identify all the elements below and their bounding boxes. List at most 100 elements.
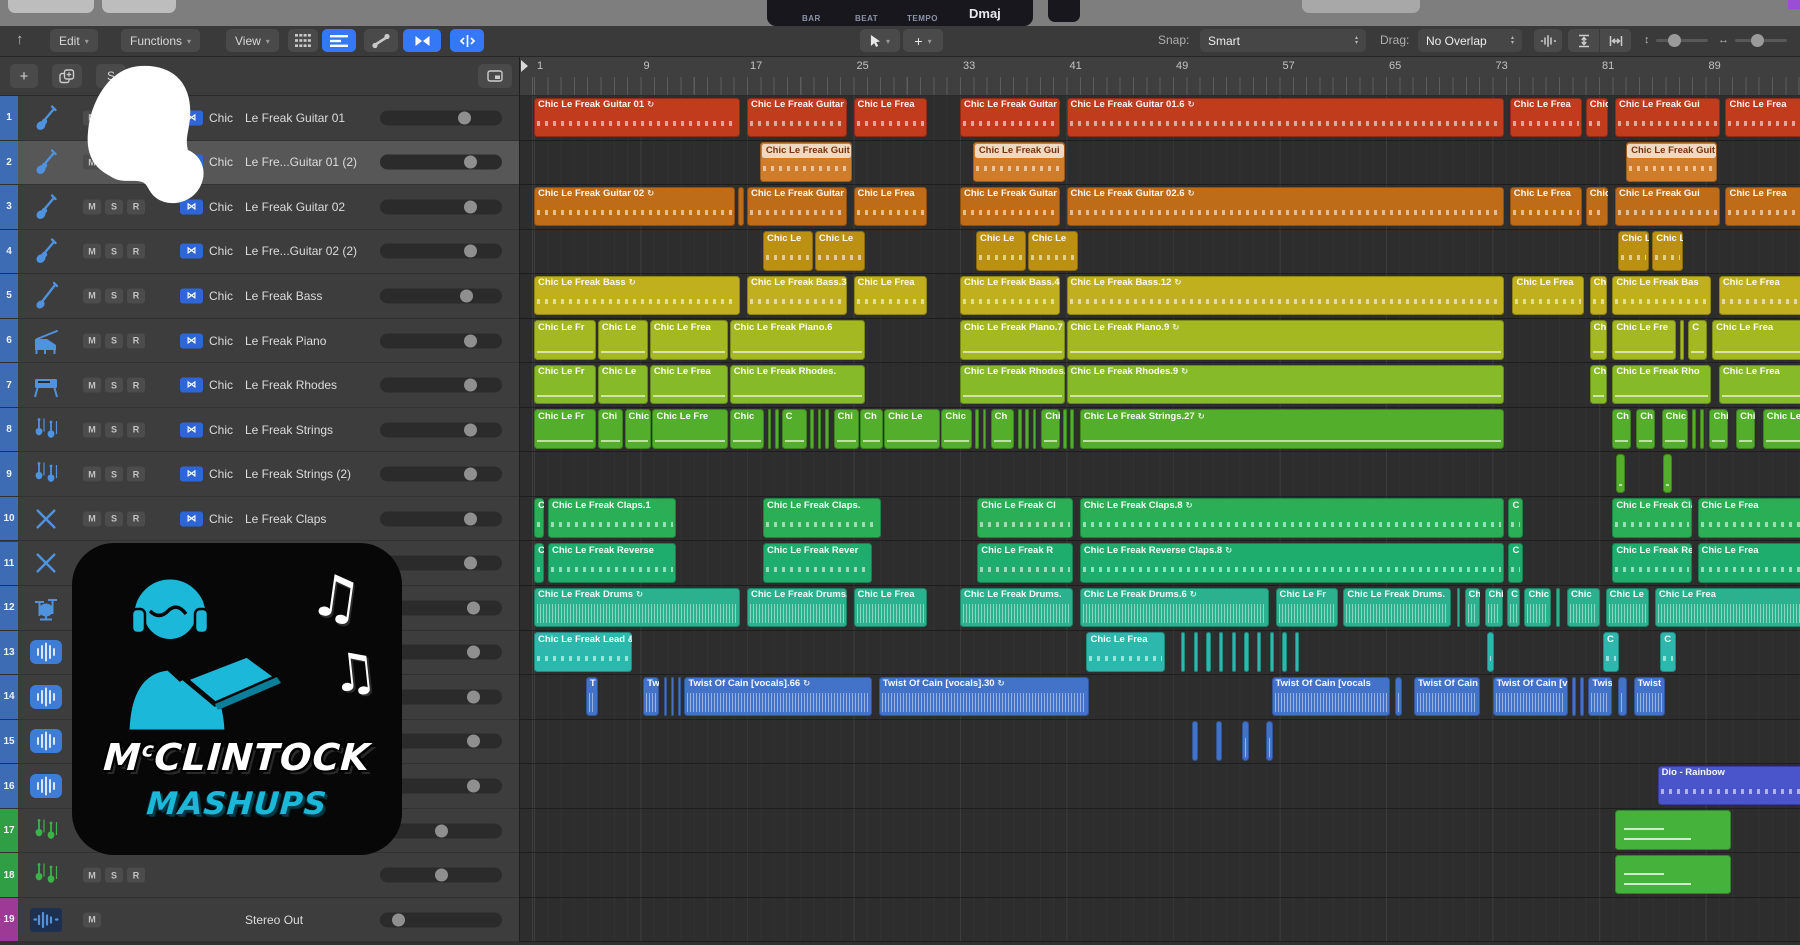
volume-knob[interactable]	[458, 111, 471, 124]
region[interactable]	[1266, 721, 1272, 761]
region[interactable]	[1572, 677, 1576, 717]
region[interactable]: Chic Le Frea	[854, 187, 927, 227]
automation-tool-icon[interactable]	[364, 29, 398, 52]
region[interactable]: C	[782, 409, 807, 449]
region[interactable]: Chic Le Freak Guit	[760, 142, 852, 182]
region[interactable]: Chic Le Freak Reverse Claps.8 ↻	[1080, 543, 1505, 583]
track-header-row[interactable]: 1MSR⋈ChicLe Freak Guitar 01	[0, 96, 520, 141]
track-header-row[interactable]: 6MSR⋈ChicLe Freak Piano	[0, 319, 520, 364]
region[interactable]	[1618, 677, 1627, 717]
region[interactable]: Chic Le Freak Bass.3	[747, 276, 847, 316]
region[interactable]: Ch	[1636, 409, 1654, 449]
region[interactable]: Chic Le Freak Claps.8 ↻	[1080, 498, 1505, 538]
solo-button[interactable]: S	[105, 511, 123, 526]
region[interactable]: Chic Le Fre	[652, 409, 728, 449]
region[interactable]: Chic Le Freak Gui	[973, 142, 1065, 182]
region[interactable]: Chic Le Frea	[854, 276, 927, 316]
waveform-zoom-icon[interactable]	[1534, 29, 1562, 52]
track-header-row[interactable]: 4MSR⋈ChicLe Fre...Guitar 02 (2)	[0, 230, 520, 275]
track-header-row[interactable]: 10MSR⋈ChicLe Freak Claps	[0, 497, 520, 542]
region[interactable]: Chic Le	[763, 231, 813, 271]
volume-slider[interactable]	[380, 244, 502, 259]
region[interactable]: C	[534, 543, 544, 583]
region[interactable]: Chic Le	[1618, 231, 1650, 271]
region[interactable]	[678, 677, 681, 717]
region[interactable]: Twist Of Cain [vocals].66 ↻	[684, 677, 872, 717]
mute-button[interactable]: M	[83, 333, 101, 348]
volume-knob[interactable]	[467, 690, 480, 703]
region[interactable]: Twist Of Cain	[1414, 677, 1480, 717]
region[interactable]: C	[534, 498, 544, 538]
volume-knob[interactable]	[464, 557, 477, 570]
region[interactable]: Chic Le Frea	[1698, 543, 1800, 583]
record-button[interactable]: R	[127, 288, 145, 303]
drag-dropdown[interactable]: No Overlap ▴▾	[1418, 29, 1522, 52]
arrange-track-lane[interactable]	[520, 809, 1800, 854]
region[interactable]	[983, 409, 987, 449]
region[interactable]: Chic Le Freak Rev	[1612, 543, 1692, 583]
arrange-track-lane[interactable]: Chic Le FrChic LeChic Le FreaChic Le Fre…	[520, 363, 1800, 408]
region[interactable]: Chic	[1524, 588, 1550, 628]
region[interactable]	[1680, 320, 1684, 360]
volume-knob[interactable]	[464, 423, 477, 436]
region[interactable]	[1580, 677, 1584, 717]
region[interactable]	[1615, 855, 1731, 895]
arrange-track-lane[interactable]: Dio - Rainbow	[520, 764, 1800, 809]
volume-slider[interactable]	[380, 333, 502, 348]
region[interactable]: Chi	[1485, 588, 1503, 628]
region[interactable]: Chic Le Freak Claps.	[763, 498, 881, 538]
region[interactable]	[1219, 632, 1223, 672]
region[interactable]: Tw	[643, 677, 659, 717]
region[interactable]: Chic Le Frea	[1655, 588, 1800, 628]
region[interactable]: Chic Le Frea	[1719, 365, 1800, 405]
region[interactable]: Chic Le Freak Guitar 0	[960, 98, 1060, 138]
mute-button[interactable]: M	[83, 912, 101, 927]
solo-button[interactable]: S	[105, 244, 123, 259]
region[interactable]: Chic Le	[1606, 588, 1650, 628]
region[interactable]	[1257, 632, 1261, 672]
region[interactable]: Chic Le Freak Guitar 01.6 ↻	[1067, 98, 1505, 138]
track-header-row[interactable]: 3MSR⋈ChicLe Freak Guitar 02	[0, 185, 520, 230]
region[interactable]: Chic Le Frea	[1086, 632, 1164, 672]
volume-knob[interactable]	[460, 289, 473, 302]
region[interactable]: Chic Le	[1652, 231, 1682, 271]
region[interactable]: C	[1688, 320, 1706, 360]
region[interactable]: Chic	[1590, 365, 1607, 405]
solo-button[interactable]: S	[105, 422, 123, 437]
region[interactable]: Chi	[1465, 588, 1481, 628]
region[interactable]: Chic Le Fr	[534, 320, 596, 360]
region[interactable]: Chic Le Freak Guitar 02.6 ↻	[1067, 187, 1505, 227]
region[interactable]	[1556, 588, 1560, 628]
volume-knob[interactable]	[464, 379, 477, 392]
region[interactable]	[1232, 632, 1236, 672]
loop-badge-icon[interactable]: ⋈	[180, 378, 203, 393]
region[interactable]: Chic Le Frea	[1725, 98, 1800, 138]
solo-button[interactable]: S	[105, 333, 123, 348]
region[interactable]: Chic Le Freak Piano.9 ↻	[1067, 320, 1505, 360]
volume-knob[interactable]	[464, 156, 477, 169]
region[interactable]: Chic Le Freak Claps.1	[548, 498, 676, 538]
region[interactable]	[1033, 409, 1037, 449]
record-button[interactable]: R	[127, 244, 145, 259]
region[interactable]: Chic Le Freak Piano.6	[730, 320, 866, 360]
region[interactable]: Chic	[1590, 276, 1607, 316]
region[interactable]: Chic	[730, 409, 764, 449]
arrange-track-lane[interactable]: Chic Le Freak Bass ↻Chic Le Freak Bass.3…	[520, 274, 1800, 319]
region[interactable]: Chic	[1586, 98, 1608, 138]
region[interactable]: Chic Le Freak Rhodes.9 ↻	[1067, 365, 1505, 405]
region[interactable]: Chic Le	[976, 231, 1026, 271]
command-tool-button[interactable]: + ▾	[903, 29, 943, 52]
solo-button[interactable]: S	[105, 288, 123, 303]
duplicate-track-button[interactable]	[52, 64, 82, 88]
arrange-track-lane[interactable]: TTwTwist Of Cain [vocals].66 ↻Twist Of C…	[520, 675, 1800, 720]
track-header-row[interactable]: 19MStereo Out	[0, 898, 520, 943]
region[interactable]	[738, 187, 743, 227]
track-header-row[interactable]: 5MSR⋈ChicLe Freak Bass	[0, 274, 520, 319]
volume-knob[interactable]	[464, 334, 477, 347]
mute-button[interactable]: M	[83, 868, 101, 883]
volume-slider[interactable]	[380, 868, 502, 883]
arrange-track-lane[interactable]: Chic Le Freak Lead &Chic Le FreaCC	[520, 631, 1800, 676]
region[interactable]: Chic Le Freak Drums.	[960, 588, 1073, 628]
region[interactable]: C	[1508, 498, 1522, 538]
volume-knob[interactable]	[464, 512, 477, 525]
